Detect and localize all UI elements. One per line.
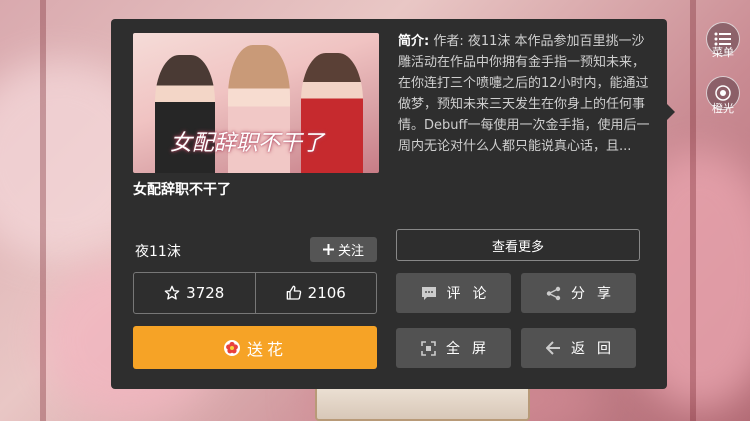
comment-button[interactable]: 评论 — [396, 273, 511, 313]
share-label: 分享 — [571, 286, 623, 302]
follow-button[interactable]: 关注 — [310, 237, 377, 262]
flower-icon — [223, 339, 240, 356]
fullscreen-button[interactable]: 全屏 — [396, 328, 511, 368]
menu-label: 菜单 — [712, 46, 734, 59]
book-info-panel: 女配辞职不干了 女配辞职不干了 夜11沫 关注 3728 2106 送花 简介:… — [111, 19, 667, 389]
plus-icon — [322, 244, 334, 255]
follow-label: 关注 — [337, 244, 364, 259]
comment-label: 评论 — [446, 286, 499, 302]
like-count: 2106 — [307, 284, 346, 302]
back-arrow-icon — [546, 341, 560, 355]
back-label: 返回 — [571, 341, 623, 357]
intro-text: 作者: 夜11沫 本作品参加百里挑一沙雕活动在作品中你拥有金手指一预知未来，在你… — [398, 34, 650, 154]
fullscreen-icon — [421, 340, 436, 356]
book-cover: 女配辞职不干了 — [133, 33, 379, 173]
book-intro: 简介: 作者: 夜11沫 本作品参加百里挑一沙雕活动在作品中你拥有金手指一预知未… — [398, 31, 654, 191]
intro-label: 简介: — [398, 34, 430, 49]
view-more-button[interactable]: 查看更多 — [396, 229, 640, 261]
stats-bar: 3728 2106 — [133, 272, 377, 314]
star-button[interactable]: 3728 — [134, 273, 255, 313]
send-flower-button[interactable]: 送花 — [133, 326, 377, 369]
orange-light-label: 橙光 — [712, 102, 734, 115]
author-name: 夜11沫 — [135, 244, 181, 260]
back-button[interactable]: 返回 — [521, 328, 636, 368]
send-flower-label: 送花 — [246, 339, 287, 359]
fullscreen-label: 全屏 — [446, 341, 498, 357]
thumbs-up-icon — [286, 285, 301, 300]
share-icon — [546, 286, 561, 300]
like-button[interactable]: 2106 — [254, 273, 377, 313]
star-icon — [164, 285, 180, 300]
comment-icon — [421, 286, 436, 300]
panel-arrow — [667, 104, 675, 120]
share-button[interactable]: 分享 — [521, 273, 636, 313]
star-count: 3728 — [186, 284, 225, 302]
cover-logo-text: 女配辞职不干了 — [169, 131, 324, 156]
book-title: 女配辞职不干了 — [133, 182, 231, 198]
